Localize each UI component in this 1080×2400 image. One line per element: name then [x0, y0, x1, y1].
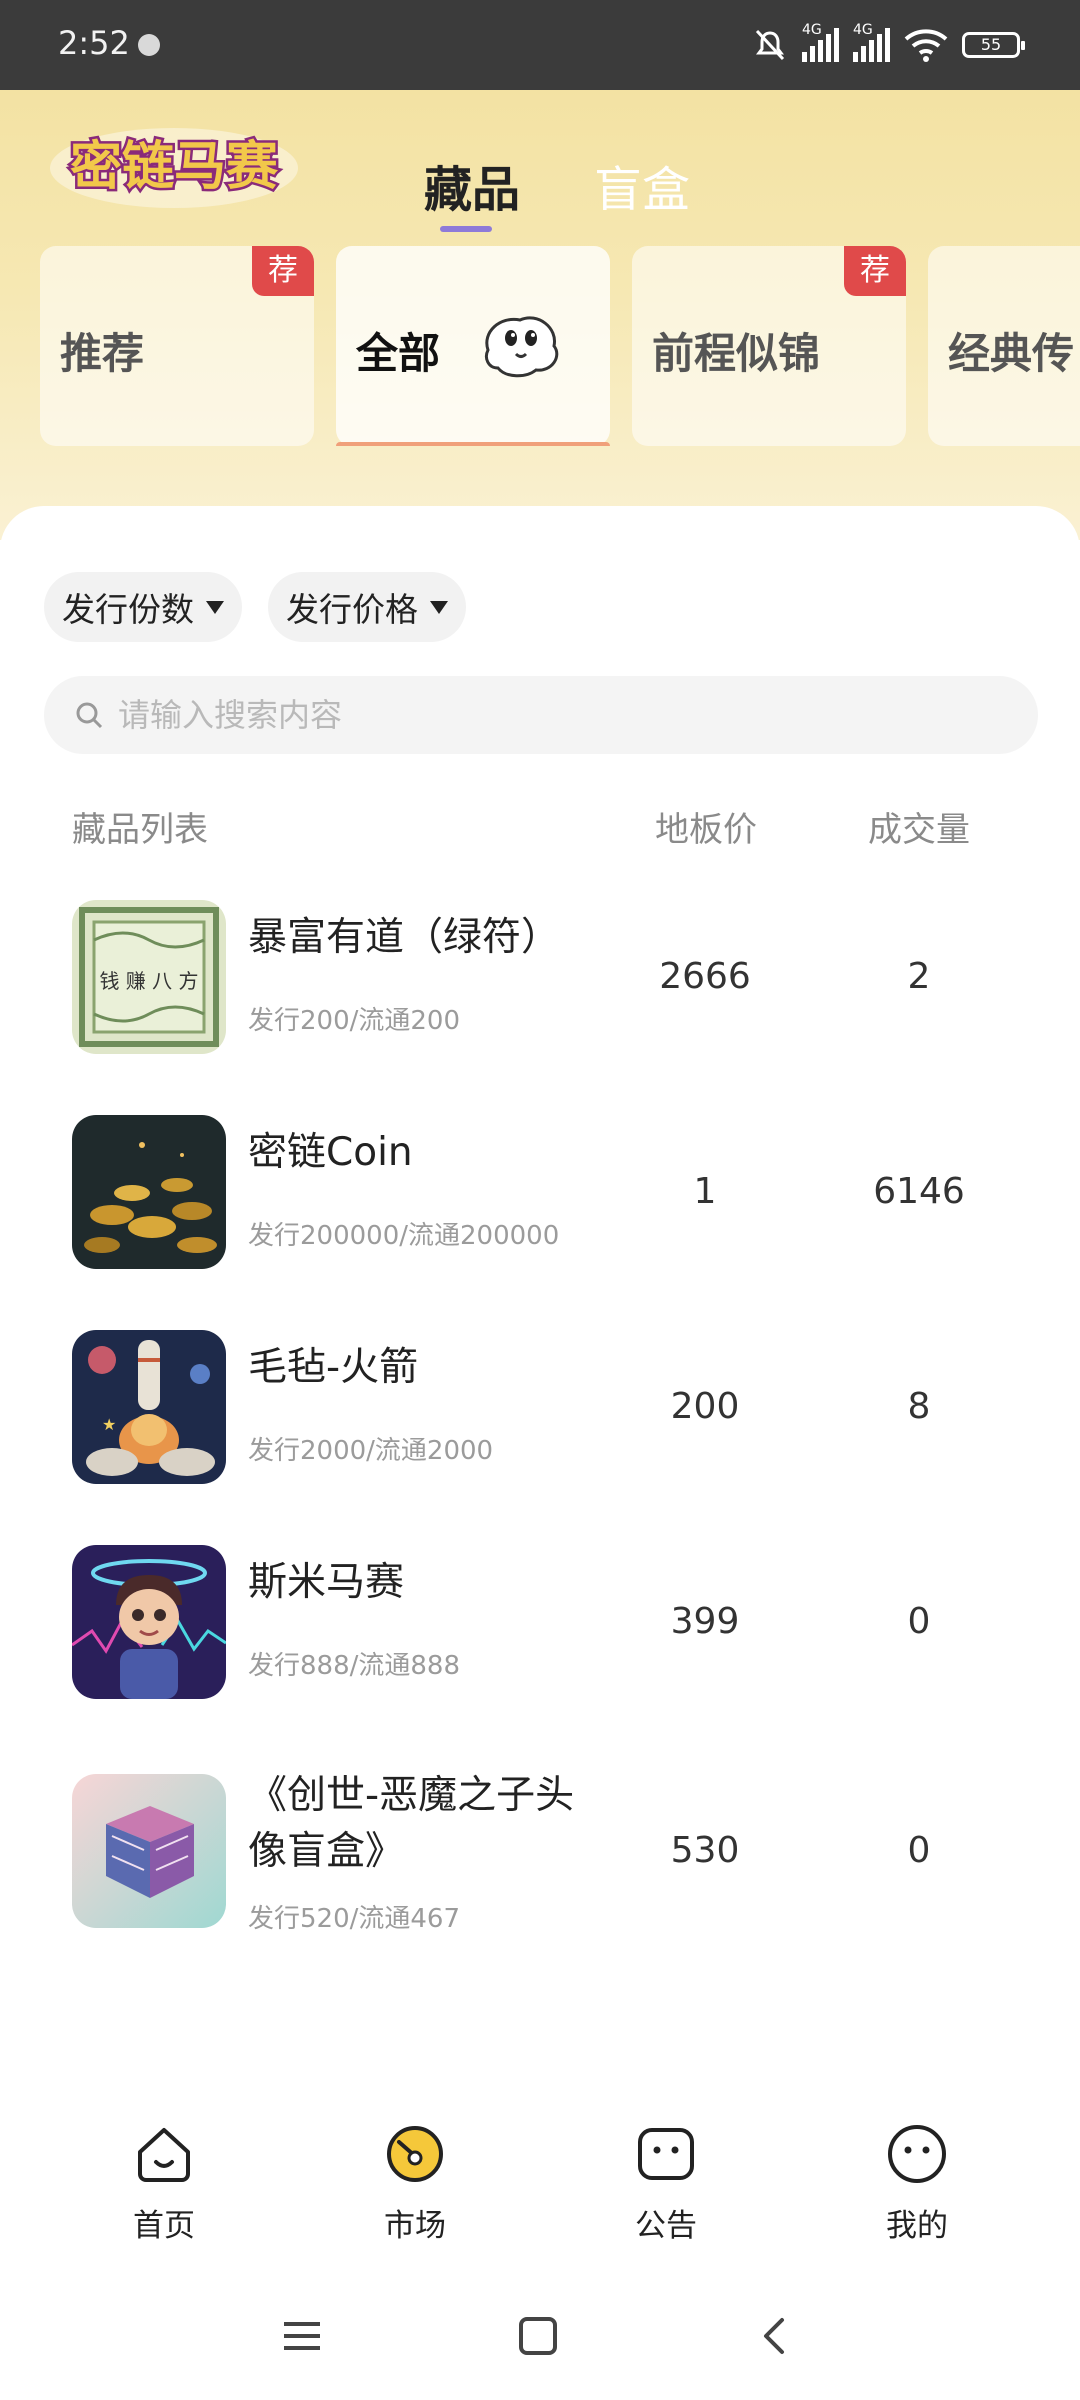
recommend-badge: 荐	[844, 246, 906, 296]
mascot-icon	[484, 316, 559, 378]
category-label: 前程似锦	[652, 329, 821, 378]
header-collection-list: 藏品列表	[72, 810, 208, 850]
status-icons: 4G 4G 55	[752, 20, 1025, 70]
nav-notice[interactable]: 公告	[596, 2122, 736, 2245]
back-icon[interactable]	[754, 2316, 794, 2356]
category-all[interactable]: 全部	[336, 246, 610, 446]
item-thumbnail: ★	[72, 1330, 226, 1484]
dropdown-arrow-icon	[206, 600, 224, 614]
svg-text:密链马赛: 密链马赛	[70, 137, 279, 197]
category-scroller: 推荐 荐 全部 前程似锦 荐 经典传	[40, 246, 1080, 446]
item-floor-price: 200	[670, 1386, 740, 1427]
category-label: 推荐	[60, 329, 145, 378]
nav-profile[interactable]: 我的	[847, 2122, 987, 2245]
svg-text:★: ★	[102, 1415, 116, 1434]
item-issue-info: 发行888/流通888	[248, 1651, 461, 1681]
signal-icon-2: 4G	[853, 22, 890, 62]
item-thumbnail: 钱 赚 八 方	[72, 900, 226, 1054]
header-floor-price: 地板价	[655, 810, 757, 850]
filter-label: 发行份数	[62, 590, 194, 629]
item-name: 《创世-恶魔之子头像盲盒》	[248, 1773, 575, 1874]
bottom-navigation: 首页 市场 公告 我的	[0, 2110, 1080, 2270]
item-name: 暴富有道（绿符）	[248, 915, 561, 960]
filter-label: 发行价格	[286, 590, 418, 629]
item-thumbnail	[72, 1774, 226, 1928]
filter-issue-price[interactable]: 发行价格	[268, 572, 466, 642]
category-label: 全部	[356, 329, 441, 378]
search-input[interactable]	[116, 695, 1000, 735]
search-icon	[76, 702, 103, 729]
item-volume: 8	[907, 1386, 931, 1427]
wifi-icon	[904, 29, 948, 62]
category-classic[interactable]: 经典传	[928, 246, 1080, 446]
tab-collections[interactable]: 藏品	[424, 150, 520, 220]
app-notification-icon	[138, 34, 160, 56]
battery-icon: 55	[962, 32, 1025, 58]
item-issue-info: 发行520/流通467	[248, 1904, 461, 1934]
collection-row[interactable]: 钱 赚 八 方 暴富有道（绿符） 发行200/流通200 2666 2	[0, 900, 1080, 1080]
item-thumbnail	[72, 1115, 226, 1269]
search-bar	[44, 676, 1038, 754]
nav-label: 我的	[886, 2208, 948, 2244]
svg-text:钱 赚 八 方: 钱 赚 八 方	[99, 969, 198, 993]
status-bar: 2:52 4G 4G 55	[0, 0, 1080, 90]
home-square-icon[interactable]	[518, 2316, 558, 2356]
network-type-label-2: 4G	[853, 22, 873, 38]
home-face-icon	[138, 2128, 190, 2182]
item-name: 毛毡-火箭	[248, 1345, 419, 1390]
item-volume: 0	[907, 1601, 931, 1642]
category-bright-future[interactable]: 前程似锦 荐	[632, 246, 906, 446]
nav-label: 首页	[133, 2208, 195, 2244]
item-floor-price: 1	[693, 1171, 717, 1212]
nav-market[interactable]: 市场	[345, 2122, 485, 2245]
item-thumbnail	[72, 1545, 226, 1699]
active-category-indicator	[336, 442, 610, 446]
tab-blind-box[interactable]: 盲盒	[594, 150, 690, 220]
collection-row[interactable]: 斯米马赛 发行888/流通888 399 0	[0, 1545, 1080, 1725]
system-navigation-bar	[0, 2290, 1080, 2400]
item-floor-price: 2666	[659, 956, 751, 997]
item-volume: 0	[907, 1830, 931, 1871]
category-label: 经典传	[948, 329, 1075, 378]
nav-label: 公告	[635, 2208, 697, 2244]
dropdown-arrow-icon	[430, 600, 448, 614]
collection-list-panel: 发行份数 发行价格 藏品列表 地板价 成交量 钱 赚 八 方 暴富有	[0, 506, 1080, 2126]
status-time: 2:52	[58, 24, 130, 62]
mute-bell-icon	[755, 29, 785, 61]
item-issue-info: 发行2000/流通2000	[248, 1436, 494, 1466]
menu-icon[interactable]	[282, 2316, 322, 2356]
signal-icon: 4G	[802, 22, 839, 62]
item-floor-price: 530	[670, 1830, 740, 1871]
nav-label: 市场	[384, 2208, 446, 2244]
filter-issue-count[interactable]: 发行份数	[44, 572, 242, 642]
profile-icon	[888, 2125, 946, 2183]
item-floor-price: 399	[670, 1601, 740, 1642]
collection-row[interactable]: 密链Coin 发行200000/流通200000 1 6146	[0, 1115, 1080, 1295]
network-type-label: 4G	[802, 22, 822, 38]
market-icon	[387, 2126, 443, 2182]
item-name: 斯米马赛	[248, 1560, 405, 1605]
item-volume: 2	[907, 956, 931, 997]
category-recommend[interactable]: 推荐 荐	[40, 246, 314, 446]
active-tab-indicator	[440, 226, 492, 232]
app-logo: 密链马赛	[50, 128, 298, 208]
header: 密链马赛 藏品 盲盒 推荐 荐 全部 前程似锦 荐 经典传	[0, 90, 1080, 540]
item-issue-info: 发行200/流通200	[248, 1006, 461, 1036]
header-volume: 成交量	[868, 810, 970, 850]
item-name: 密链Coin	[248, 1130, 413, 1175]
recommend-badge: 荐	[252, 246, 314, 296]
nav-home[interactable]: 首页	[94, 2122, 234, 2245]
collection-row[interactable]: ★ 毛毡-火箭 发行2000/流通2000 200 8	[0, 1330, 1080, 1510]
item-volume: 6146	[873, 1171, 965, 1212]
item-issue-info: 发行200000/流通200000	[248, 1221, 560, 1251]
notice-icon	[638, 2128, 694, 2180]
collection-row[interactable]: 《创世-恶魔之子头像盲盒》 发行520/流通467 530 0	[0, 1773, 1080, 1954]
